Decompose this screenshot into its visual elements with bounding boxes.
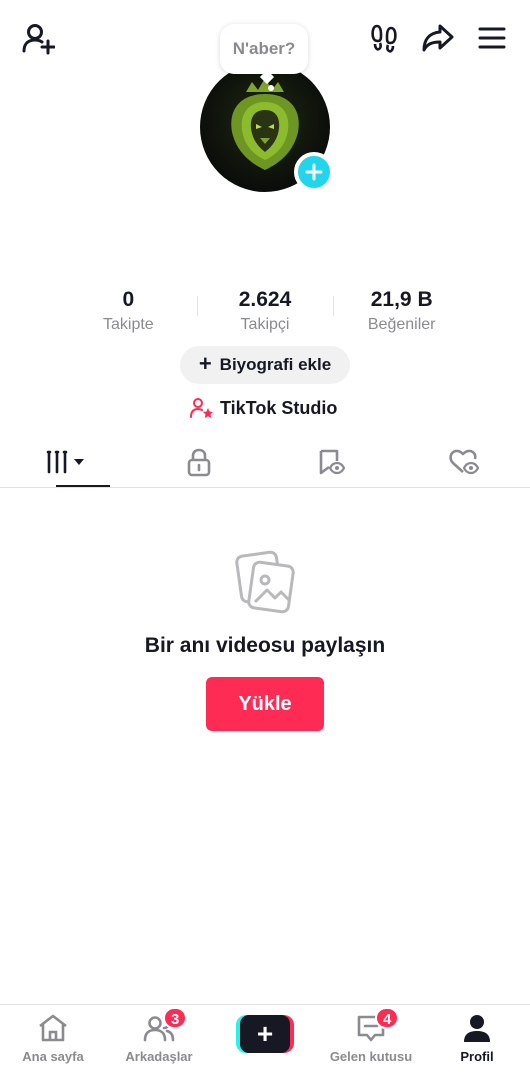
active-tab-indicator xyxy=(56,485,110,487)
friends-badge: 3 xyxy=(163,1007,188,1029)
nav-profile[interactable]: Profil xyxy=(424,1013,530,1064)
add-bio-plus-icon: + xyxy=(198,351,212,376)
hamburger-menu-icon xyxy=(478,27,506,49)
nav-home-label: Ana sayfa xyxy=(22,1049,84,1064)
stat-likes-value: 21,9 B xyxy=(370,288,433,311)
profile-tabs xyxy=(0,436,530,488)
friends-icon: 3 xyxy=(143,1007,188,1043)
nav-friends[interactable]: 3 Arkadaşlar xyxy=(106,1007,212,1064)
person-plus-icon xyxy=(22,24,55,55)
tab-videos[interactable] xyxy=(0,436,133,487)
add-friend-button[interactable] xyxy=(16,16,60,60)
stat-following[interactable]: 0 Takipte xyxy=(60,286,197,338)
nav-inbox-label: Gelen kutusu xyxy=(329,1049,413,1064)
stat-likes-label: Beğeniler xyxy=(367,316,436,333)
status-bubble[interactable]: N'aber? xyxy=(220,24,308,74)
nav-home[interactable]: Ana sayfa xyxy=(0,1013,106,1064)
stat-followers-value: 2.624 xyxy=(238,288,292,311)
profile-stats: 0 Takipte 2.624 Takipçi 21,9 B Beğeniler xyxy=(60,286,470,338)
share-button[interactable] xyxy=(416,16,460,60)
footprints-button[interactable] xyxy=(362,16,406,60)
footprints-icon xyxy=(371,24,397,53)
create-button[interactable]: + xyxy=(236,1015,294,1053)
lock-icon xyxy=(187,448,211,476)
stat-followers[interactable]: 2.624 Takipçi xyxy=(197,286,334,338)
bottom-navigation: Ana sayfa 3 Arkadaşlar + 4 Gelen kutusu xyxy=(0,1004,530,1080)
stat-likes[interactable]: 21,9 B Beğeniler xyxy=(333,286,470,338)
add-bio-button[interactable]: + Biyografi ekle xyxy=(180,346,350,384)
home-icon xyxy=(37,1013,69,1043)
inbox-badge: 4 xyxy=(375,1007,400,1029)
upload-button[interactable]: Yükle xyxy=(206,677,324,731)
empty-state-title: Bir anı videosu paylaşın xyxy=(144,634,386,657)
status-bubble-dot xyxy=(268,85,274,91)
tab-saved[interactable] xyxy=(265,436,398,487)
share-arrow-icon xyxy=(422,24,454,52)
status-bubble-text: N'aber? xyxy=(232,39,296,58)
stat-divider xyxy=(197,296,198,316)
nav-profile-label: Profil xyxy=(460,1049,494,1064)
stat-divider xyxy=(333,296,334,316)
plus-icon xyxy=(305,163,323,181)
inbox-icon: 4 xyxy=(355,1007,400,1043)
heart-eye-icon xyxy=(449,449,479,474)
stat-followers-label: Takipçi xyxy=(240,316,290,333)
nav-inbox[interactable]: 4 Gelen kutusu xyxy=(318,1007,424,1064)
bookmark-eye-icon xyxy=(319,449,346,474)
person-star-icon xyxy=(190,398,213,418)
nav-friends-label: Arkadaşlar xyxy=(125,1049,193,1064)
add-bio-label: Biyografi ekle xyxy=(219,355,332,374)
menu-button[interactable] xyxy=(470,16,514,60)
tab-private[interactable] xyxy=(133,436,266,487)
stat-following-label: Takipte xyxy=(102,316,154,333)
photos-icon xyxy=(235,550,295,616)
stat-following-value: 0 xyxy=(122,288,135,311)
avatar-add-button[interactable] xyxy=(294,152,334,192)
tab-liked[interactable] xyxy=(398,436,530,487)
tiktok-studio-label: TikTok Studio xyxy=(220,397,338,418)
empty-state: Bir anı videosu paylaşın xyxy=(0,550,530,658)
profile-icon xyxy=(461,1013,493,1043)
create-plus-icon: + xyxy=(240,1015,290,1053)
grid-bars-dropdown-icon xyxy=(46,450,85,473)
tiktok-studio-link[interactable]: TikTok Studio xyxy=(190,394,337,422)
